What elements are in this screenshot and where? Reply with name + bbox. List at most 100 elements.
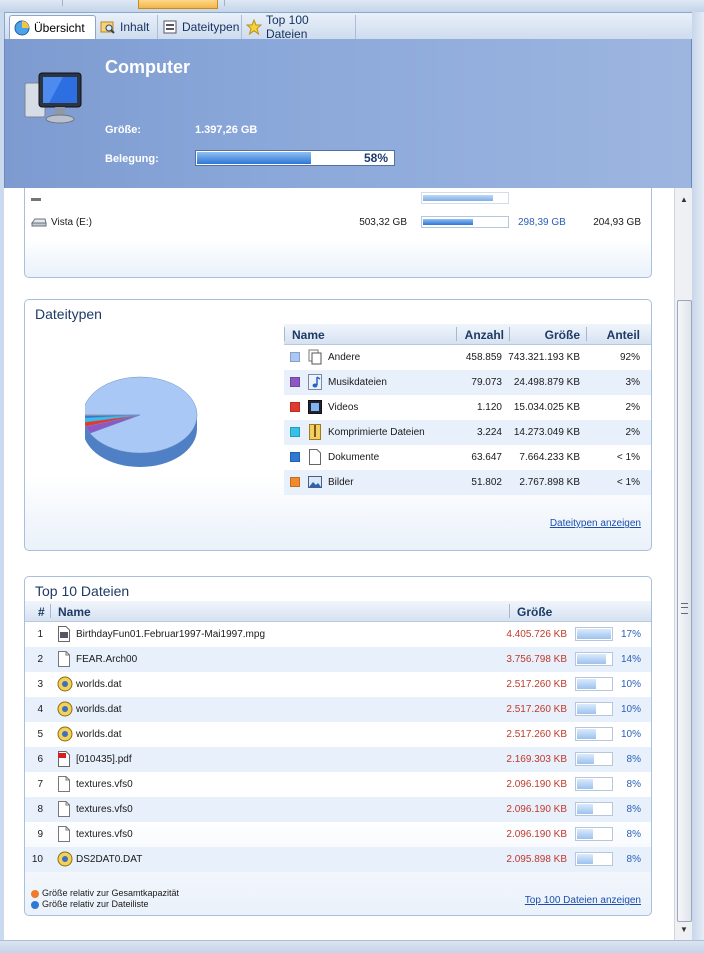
drive-total: 503,32 GB (359, 217, 407, 228)
table-row[interactable]: 7 textures.vfs0 2.096.190 KB 8% (25, 772, 651, 797)
filetype-row[interactable]: Andere 458.859 743.321.193 KB 92% (284, 345, 651, 370)
table-row[interactable]: 2 FEAR.Arch00 3.756.798 KB 14% (25, 647, 651, 672)
file-size-bar (575, 677, 613, 691)
legend-list: Größe relativ zur Dateiliste (31, 899, 149, 909)
size-label: Größe: (105, 124, 142, 136)
drive-used: 298,39 GB (518, 217, 566, 228)
ribbon-tab-right[interactable] (224, 0, 253, 6)
scroll-up-arrow-icon[interactable]: ▲ (675, 192, 693, 208)
swatch (290, 452, 300, 462)
row-number: 6 (37, 754, 43, 765)
tab-bar: Übersicht Inhalt Dateitypen Top 100 Date… (4, 12, 696, 41)
file-size-bar-fill (577, 804, 593, 814)
col-num[interactable]: # (38, 605, 45, 619)
size-value: 1.397,26 GB (195, 124, 258, 136)
swatch (290, 377, 300, 387)
filetype-size: 743.321.193 KB (508, 352, 580, 363)
col-size[interactable]: Größe (514, 328, 580, 342)
table-row[interactable]: 6 [010435].pdf 2.169.303 KB 8% (25, 747, 651, 772)
top10-header: # Name Größe (25, 601, 651, 622)
table-row[interactable]: 9 textures.vfs0 2.096.190 KB 8% (25, 822, 651, 847)
legend-capacity-dot (31, 889, 39, 898)
file-size: 2.169.303 KB (506, 754, 567, 765)
blank-file-icon (57, 651, 73, 667)
table-row[interactable]: 10 DS2DAT0.DAT 2.095.898 KB 8% (25, 847, 651, 872)
table-row[interactable]: 5 worlds.dat 2.517.260 KB 10% (25, 722, 651, 747)
drive-free: 204,93 GB (593, 217, 641, 228)
file-size: 3.756.798 KB (506, 654, 567, 665)
drive-name: Vista (E:) (51, 217, 92, 228)
col-share[interactable]: Anteil (590, 328, 640, 342)
usage-progress-fill (197, 152, 311, 164)
file-size-bar-fill (577, 729, 596, 739)
filetype-count: 3.224 (476, 427, 502, 438)
tab-label: Dateitypen (182, 20, 240, 34)
filetype-count: 458.859 (465, 352, 502, 363)
file-size-bar (575, 752, 613, 766)
scrollbar-thumb[interactable] (677, 300, 692, 922)
scroll-down-arrow-icon[interactable]: ▼ (675, 922, 693, 938)
filetype-row[interactable]: Dokumente 63.647 7.664.233 KB < 1% (284, 445, 651, 470)
col-name[interactable]: Name (292, 328, 325, 342)
filetype-count: 51.802 (471, 477, 502, 488)
file-size-bar (575, 652, 613, 666)
file-size: 2.517.260 KB (506, 729, 567, 740)
drives-panel: ▬ Vista (E:) 503,32 GB 298,39 GB 204,93 … (24, 188, 652, 278)
filetype-row[interactable]: Komprimierte Dateien 3.224 14.273.049 KB 2% (284, 420, 651, 445)
ribbon-tab-left[interactable] (34, 0, 63, 6)
row-number: 7 (37, 779, 43, 790)
filetypes-pie-chart (85, 376, 198, 467)
file-percent: 10% (620, 704, 641, 715)
filetype-row[interactable]: Videos 1.120 15.034.025 KB 2% (284, 395, 651, 420)
page-title: Computer (105, 57, 190, 77)
file-size-bar (575, 702, 613, 716)
file-size: 2.517.260 KB (506, 679, 567, 690)
row-number: 8 (37, 804, 43, 815)
table-row[interactable]: 4 worlds.dat 2.517.260 KB 10% (25, 697, 651, 722)
tab-top100[interactable]: Top 100 Dateien (242, 13, 356, 41)
dat-file-icon (57, 701, 73, 717)
file-size-bar (575, 802, 613, 816)
film-strip-icon (308, 399, 322, 415)
filetype-row[interactable]: Musikdateien 79.073 24.498.879 KB 3% (284, 370, 651, 395)
row-number: 9 (37, 829, 43, 840)
filetype-name: Bilder (328, 477, 354, 488)
row-number: 4 (37, 704, 43, 715)
filetype-count: 63.647 (471, 452, 502, 463)
vertical-scrollbar[interactable]: ▲ ▼ (674, 188, 693, 940)
usage-percent: 58% (363, 151, 388, 165)
drive-row[interactable]: Vista (E:) 503,32 GB 298,39 GB 204,93 GB (25, 210, 651, 234)
tab-content[interactable]: Inhalt (96, 15, 158, 39)
table-row[interactable]: 3 worlds.dat 2.517.260 KB 10% (25, 672, 651, 697)
drive-icon: ▬ (31, 193, 41, 204)
blank-file-icon (57, 826, 73, 842)
col-size[interactable]: Größe (517, 605, 552, 619)
file-name: textures.vfs0 (76, 804, 133, 815)
filetype-size: 24.498.879 KB (513, 377, 580, 388)
tab-filetypes[interactable]: Dateitypen (158, 15, 242, 39)
table-row[interactable]: 1 BirthdayFun01.Februar1997-Mai1997.mpg 4.… (25, 622, 651, 647)
show-top100-link[interactable]: Top 100 Dateien anzeigen (525, 895, 641, 906)
file-name: textures.vfs0 (76, 779, 133, 790)
drive-row-partial[interactable]: ▬ (25, 188, 651, 210)
file-size-bar-fill (577, 854, 593, 864)
table-row[interactable]: 8 textures.vfs0 2.096.190 KB 8% (25, 797, 651, 822)
ribbon-tab-active[interactable] (138, 0, 218, 9)
tab-overview[interactable]: Übersicht (9, 15, 96, 39)
file-size-bar-fill (577, 679, 596, 689)
star-icon (245, 18, 263, 36)
filetype-row[interactable]: Bilder 51.802 2.767.898 KB < 1% (284, 470, 651, 495)
file-size: 2.096.190 KB (506, 829, 567, 840)
file-percent: 10% (620, 679, 641, 690)
filetype-name: Dokumente (328, 452, 380, 463)
tab-label: Top 100 Dateien (266, 13, 309, 41)
row-number: 1 (37, 629, 43, 640)
overview-pie-icon (14, 20, 30, 36)
col-name[interactable]: Name (58, 605, 91, 619)
file-percent: 8% (626, 754, 641, 765)
file-percent: 8% (626, 854, 641, 865)
drive-usage-bar (421, 216, 509, 228)
col-count[interactable]: Anzahl (460, 328, 504, 342)
file-size-bar (575, 827, 613, 841)
show-filetypes-link[interactable]: Dateitypen anzeigen (550, 518, 641, 529)
